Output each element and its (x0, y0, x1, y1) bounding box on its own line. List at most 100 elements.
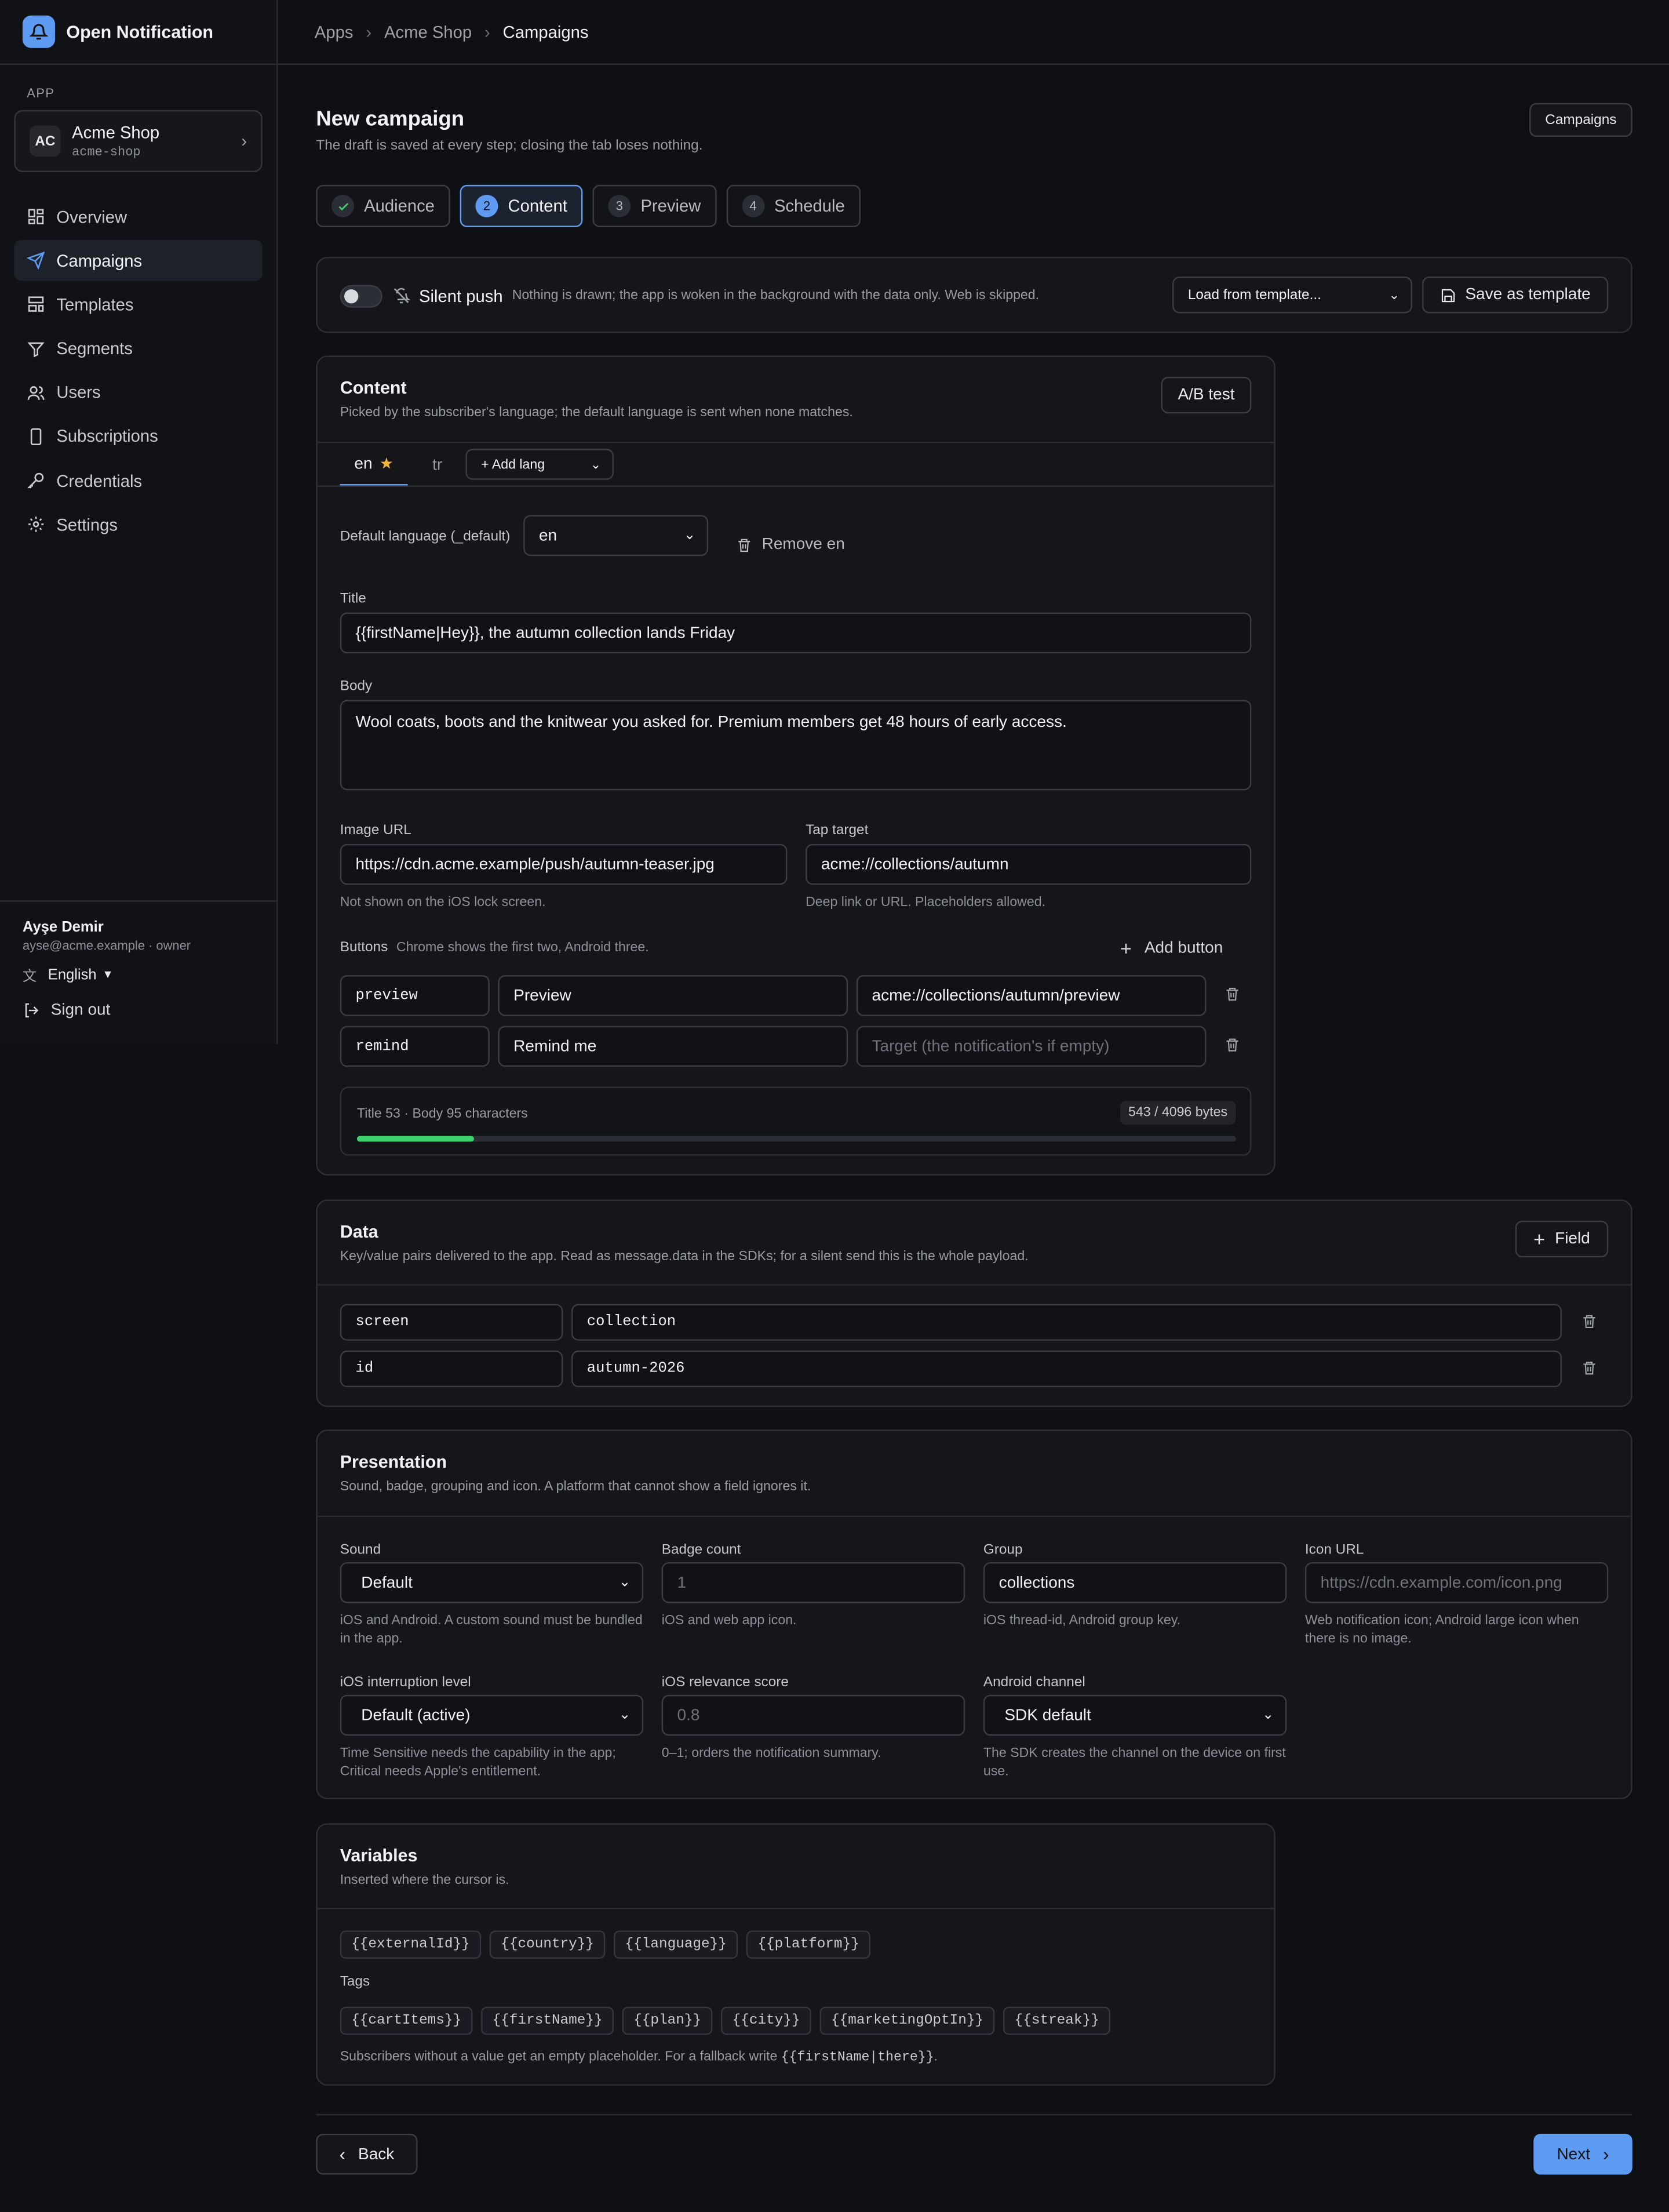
next-button[interactable]: Next › (1533, 2133, 1632, 2175)
check-icon (331, 194, 355, 217)
sidebar-item-templates[interactable]: Templates (14, 284, 262, 325)
relevance-input[interactable]: 0.8 (661, 1694, 965, 1736)
variable-chip[interactable]: {{platform}} (746, 1930, 871, 1959)
channel-value: SDK default (1004, 1707, 1091, 1724)
tab-en[interactable]: en ★ (340, 443, 408, 487)
sidebar-item-settings[interactable]: Settings (14, 504, 262, 545)
campaigns-button[interactable]: Campaigns (1529, 103, 1632, 137)
content-subtitle: Picked by the subscriber's language; the… (340, 405, 853, 421)
buttons-label: Buttons Chrome shows the first two, Andro… (340, 940, 649, 955)
page-subtitle: The draft is saved at every step; closin… (316, 138, 703, 154)
sidebar-item-label: Credentials (56, 471, 143, 491)
variable-chip[interactable]: {{language}} (614, 1930, 738, 1959)
chevron-down-icon: ▼ (102, 968, 114, 981)
language-value: English (48, 966, 97, 983)
tag-chip[interactable]: {{city}} (721, 2006, 811, 2035)
sidebar-item-credentials[interactable]: Credentials (14, 460, 262, 501)
button-id-input[interactable]: remind (340, 1025, 490, 1067)
step-schedule[interactable]: 4 Schedule (726, 184, 861, 227)
back-button[interactable]: ‹ Back (316, 2133, 418, 2175)
breadcrumb-current: Campaigns (502, 21, 589, 42)
badge-input[interactable]: 1 (661, 1562, 965, 1603)
chevron-right-icon: › (366, 21, 372, 42)
body-label: Body (340, 678, 373, 694)
sidebar-item-label: Users (56, 383, 101, 403)
button-id-input[interactable]: preview (340, 975, 490, 1016)
variable-chip[interactable]: {{country}} (489, 1930, 606, 1959)
tag-chip[interactable]: {{plan}} (622, 2006, 713, 2035)
app-switcher-name: Acme Shop (72, 122, 160, 143)
chevron-down-icon: ⌄ (618, 1707, 631, 1723)
sidebar-item-overview[interactable]: Overview (14, 196, 262, 237)
data-value-input[interactable]: autumn-2026 (571, 1350, 1562, 1388)
fallback-note-suffix: . (934, 2049, 938, 2065)
save-as-template-button[interactable]: Save as template (1422, 276, 1609, 314)
app-switcher[interactable]: AC Acme Shop acme-shop › (14, 110, 263, 173)
language-select[interactable]: 文 English ▼ (23, 964, 254, 985)
load-template-value: Load from template... (1187, 287, 1321, 303)
tap-target-hint: Deep link or URL. Placeholders allowed. (806, 894, 1046, 911)
trash-icon (738, 538, 750, 551)
sidebar-item-campaigns[interactable]: Campaigns (14, 240, 263, 281)
image-url-hint: Not shown on the iOS lock screen. (340, 894, 546, 911)
add-button-button[interactable]: + Add button (1120, 937, 1223, 960)
payload-progress-fill (356, 1136, 474, 1142)
sidebar-item-subscriptions[interactable]: Subscriptions (14, 416, 262, 457)
interruption-select[interactable]: Default (active) ⌄ (340, 1694, 644, 1736)
button-target-input[interactable]: Target (the notification's if empty) (856, 1025, 1207, 1067)
sign-out-button[interactable]: Sign out (23, 1002, 254, 1019)
tab-en-label: en (354, 455, 373, 472)
button-label-input[interactable]: Preview (498, 975, 848, 1016)
variable-chip[interactable]: {{externalId}} (340, 1930, 482, 1959)
load-template-select[interactable]: Load from template... ⌄ (1172, 276, 1412, 314)
tap-target-input[interactable]: acme://collections/autumn (806, 843, 1252, 885)
brand[interactable]: Open Notification (0, 0, 277, 65)
image-url-input[interactable]: https://cdn.acme.example/push/autumn-tea… (340, 843, 788, 885)
data-value-input[interactable]: collection (571, 1304, 1562, 1341)
button-target-input[interactable]: acme://collections/autumn/preview (856, 975, 1207, 1016)
variables-subtitle: Inserted where the cursor is. (340, 1872, 509, 1889)
default-language-select[interactable]: en ⌄ (523, 515, 709, 556)
tag-chip[interactable]: {{cartItems}} (340, 2006, 473, 2035)
template-icon (28, 297, 44, 312)
trash-icon[interactable] (1225, 1037, 1240, 1053)
data-key-input[interactable]: screen (340, 1304, 563, 1341)
data-key-input[interactable]: id (340, 1350, 563, 1388)
tag-chip[interactable]: {{firstName}} (481, 2006, 614, 2035)
sidebar-item-users[interactable]: Users (14, 372, 262, 413)
body-textarea[interactable]: Wool coats, boots and the knitwear you a… (340, 700, 1252, 791)
step-audience[interactable]: Audience (316, 184, 450, 227)
add-field-button[interactable]: + Field (1515, 1220, 1609, 1258)
sound-select[interactable]: Default ⌄ (340, 1562, 644, 1603)
chevron-left-icon: ‹ (339, 2143, 346, 2165)
icon-url-input[interactable]: https://cdn.example.com/icon.png (1304, 1562, 1609, 1603)
breadcrumb-app[interactable]: Acme Shop (384, 22, 472, 42)
breadcrumb-apps[interactable]: Apps (315, 22, 354, 42)
remove-language-button[interactable]: Remove en (737, 536, 845, 553)
trash-icon[interactable] (1581, 1314, 1597, 1330)
variables-card: Variables Inserted where the cursor is. … (316, 1823, 1276, 2086)
channel-select[interactable]: SDK default ⌄ (983, 1694, 1287, 1736)
group-input[interactable]: collections (983, 1562, 1287, 1603)
tab-tr[interactable]: tr (416, 443, 458, 486)
channel-hint: The SDK creates the channel on the devic… (983, 1745, 1286, 1780)
trash-icon[interactable] (1581, 1360, 1597, 1376)
relevance-hint: 0–1; orders the notification summary. (661, 1745, 881, 1762)
trash-icon[interactable] (1225, 987, 1240, 1002)
ab-test-button[interactable]: A/B test (1161, 377, 1252, 414)
send-icon (27, 252, 45, 270)
step-preview[interactable]: 3 Preview (592, 184, 717, 227)
sound-label: Sound (340, 1542, 381, 1558)
silent-push-toggle[interactable] (340, 285, 382, 308)
tag-chip[interactable]: {{streak}} (1003, 2006, 1111, 2035)
add-language-select[interactable]: + Add lang ⌄ (465, 449, 614, 480)
tag-chip[interactable]: {{marketingOptIn}} (819, 2006, 995, 2035)
sidebar-item-segments[interactable]: Segments (14, 328, 262, 369)
step-content[interactable]: 2 Content (460, 184, 583, 227)
app-section-label: APP (27, 86, 55, 100)
character-stats: Title 53 · Body 95 characters (356, 1106, 528, 1122)
data-title: Data (340, 1222, 378, 1242)
button-label-input[interactable]: Remind me (498, 1025, 848, 1067)
step-label: Content (508, 196, 567, 216)
title-input[interactable]: {{firstName|Hey}}, the autumn collection… (340, 612, 1252, 654)
